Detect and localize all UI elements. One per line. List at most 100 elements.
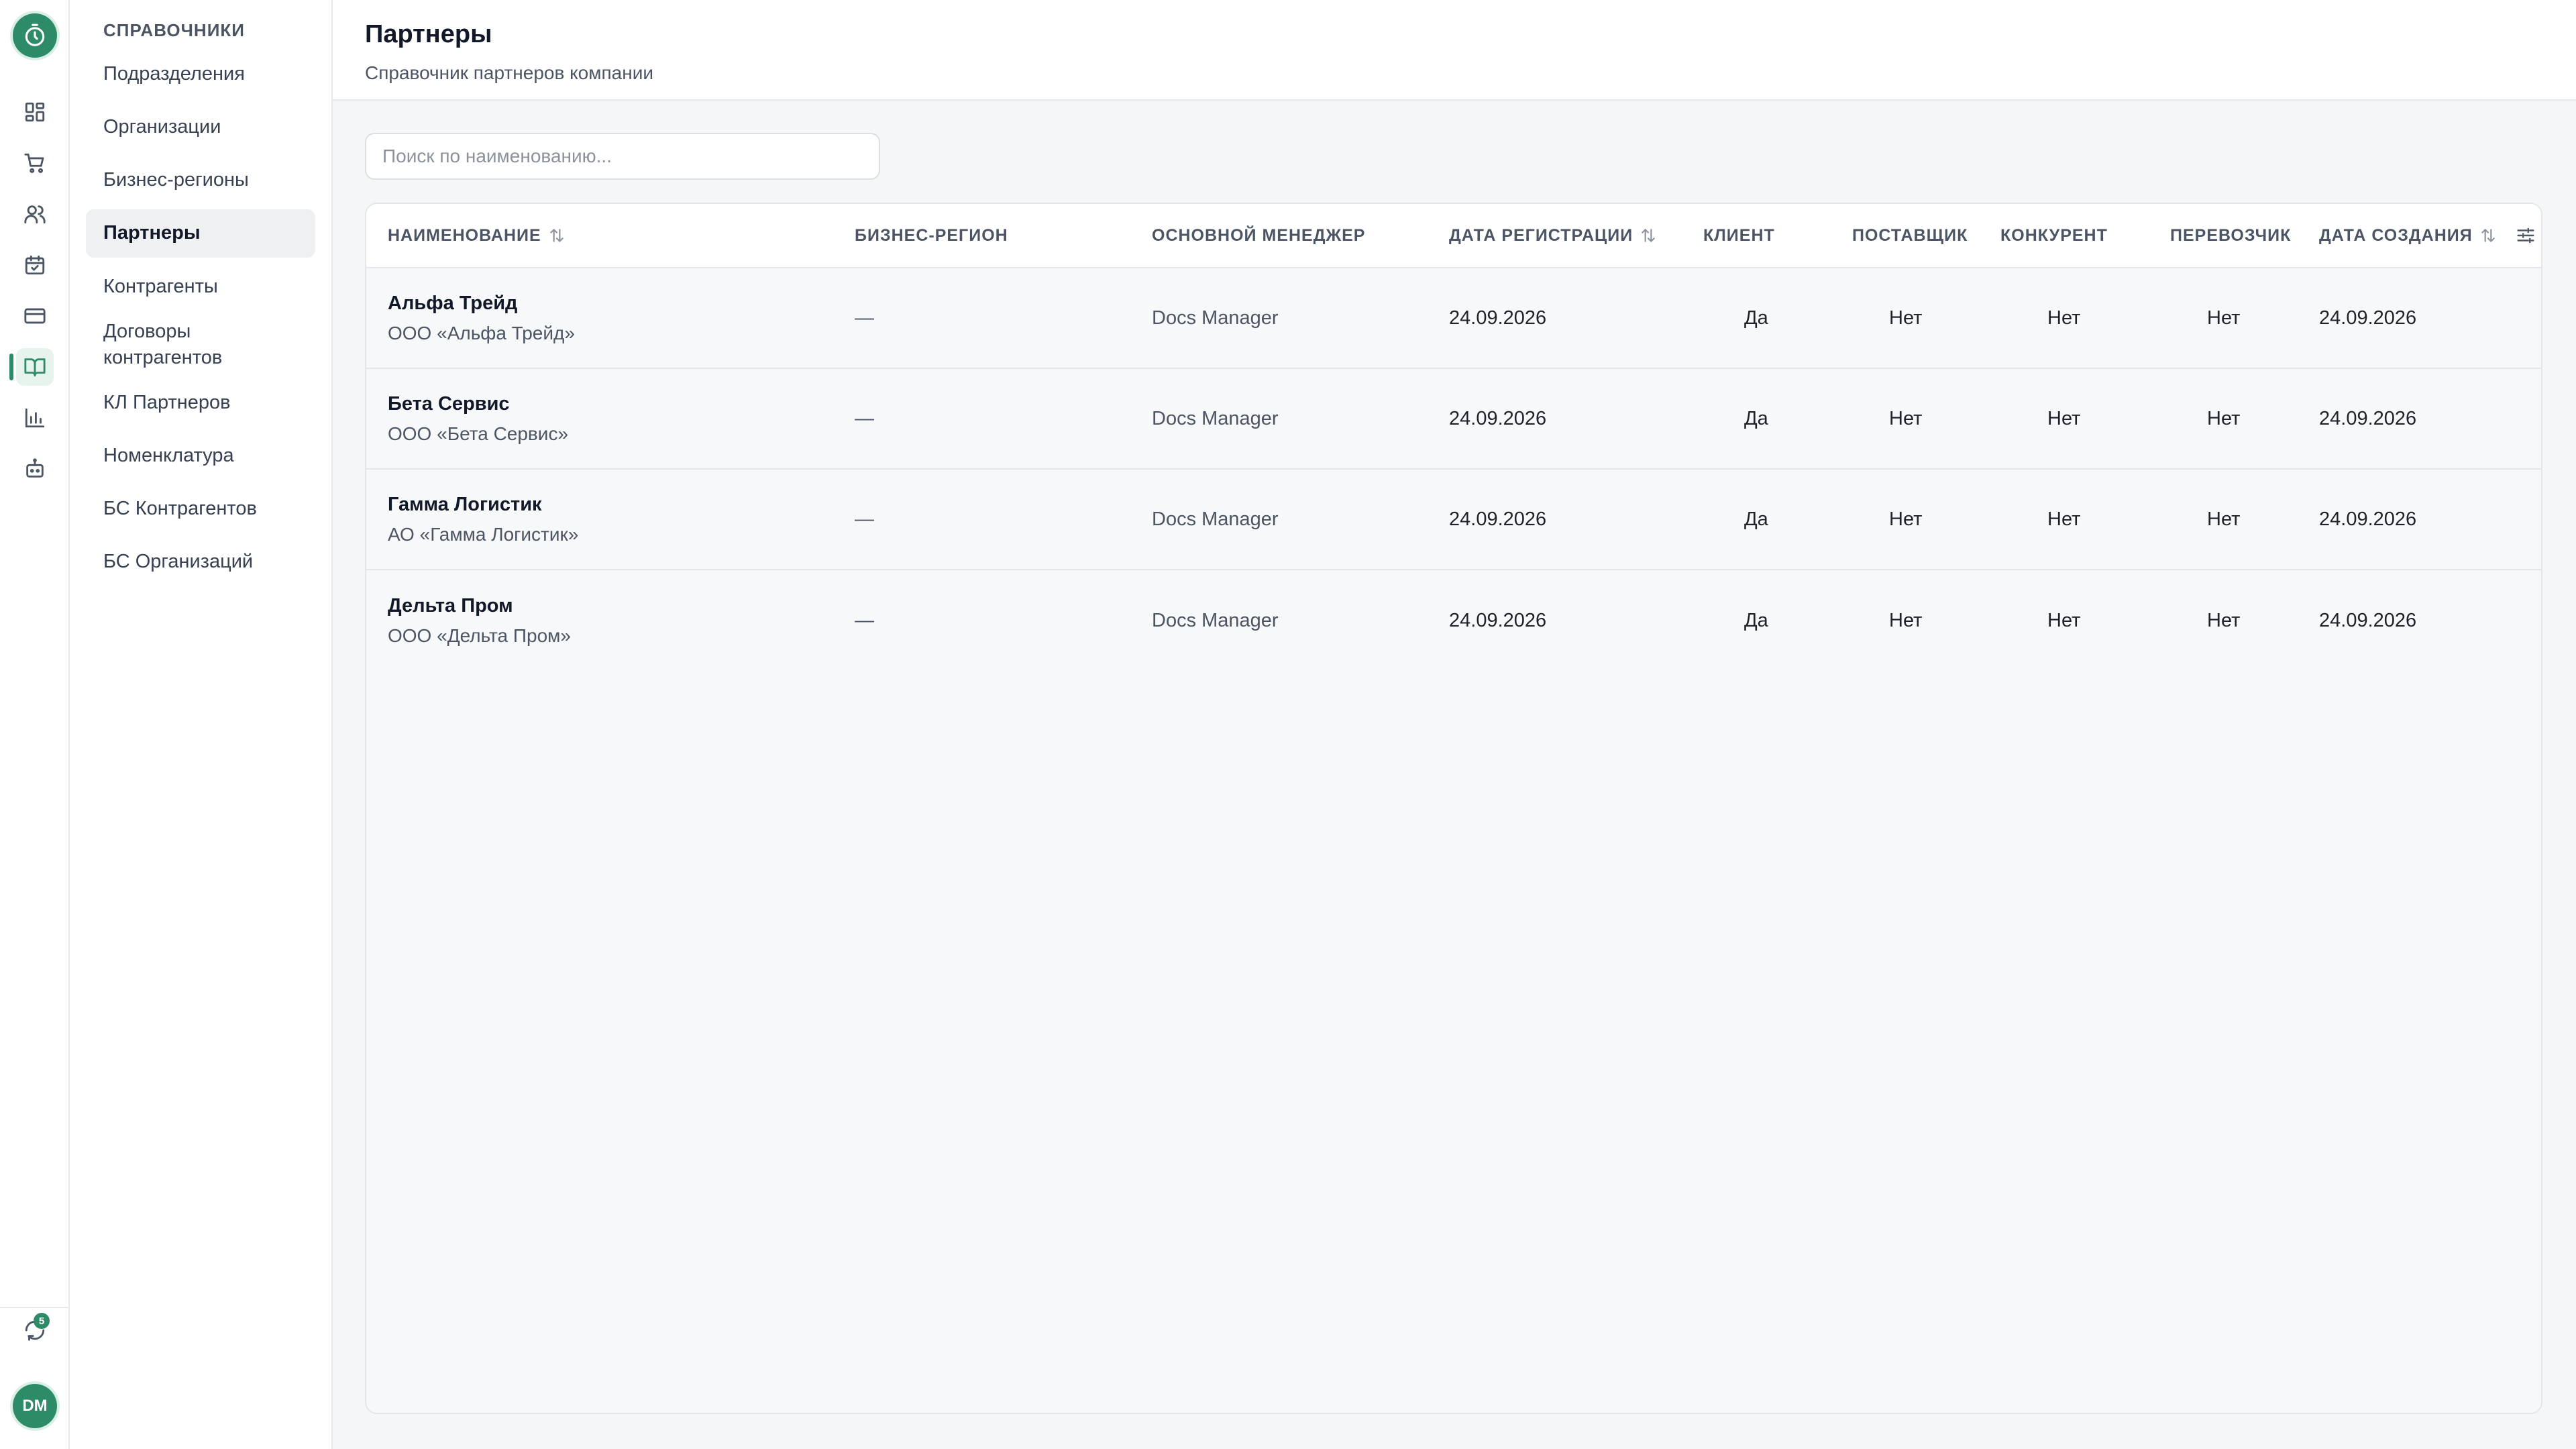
region-cell: — (855, 609, 874, 631)
region-cell: — (855, 508, 874, 530)
column-label: ДАТА СОЗДАНИЯ (2319, 225, 2473, 245)
partner-name-cell: Гамма Логистик АО «Гамма Логистик» (388, 494, 578, 545)
partner-name: Бета Сервис (388, 392, 510, 415)
column-header-competitor: КОНКУРЕНТ (2000, 225, 2108, 245)
rail-item-calendar[interactable] (16, 246, 54, 284)
created-cell: 24.09.2026 (2319, 407, 2417, 429)
rail-item-reports[interactable] (16, 399, 54, 437)
directories-sidebar: СПРАВОЧНИКИ Подразделения Организации Би… (70, 0, 333, 1449)
sidebar-item-partner-contacts[interactable]: КЛ Партнеров (86, 379, 315, 427)
client-cell: Да (1744, 609, 1768, 631)
carrier-cell: Нет (2207, 609, 2241, 631)
created-cell: 24.09.2026 (2319, 508, 2417, 530)
partner-name-cell: Альфа Трейд ООО «Альфа Трейд» (388, 292, 575, 344)
partner-legal-name: ООО «Дельта Пром» (388, 625, 571, 646)
partner-legal-name: ООО «Альфа Трейд» (388, 322, 575, 343)
table-row[interactable]: Гамма Логистик АО «Гамма Логистик» — Doc… (366, 470, 2541, 570)
table-row[interactable]: Альфа Трейд ООО «Альфа Трейд» — Docs Man… (366, 268, 2541, 369)
created-cell: 24.09.2026 (2319, 609, 2417, 631)
column-header-created[interactable]: ДАТА СОЗДАНИЯ (2319, 226, 2497, 246)
supplier-cell: Нет (1889, 407, 1923, 429)
rail-item-users[interactable] (16, 195, 54, 233)
carrier-cell: Нет (2207, 307, 2241, 329)
stopwatch-icon (25, 23, 45, 46)
competitor-cell: Нет (2047, 508, 2081, 530)
users-icon (24, 205, 46, 224)
region-cell: — (855, 307, 874, 329)
rail-item-dashboard[interactable] (16, 93, 54, 131)
column-header-client: КЛИЕНТ (1703, 225, 1775, 245)
column-header-name[interactable]: НАИМЕНОВАНИЕ (388, 226, 566, 246)
client-cell: Да (1744, 307, 1768, 329)
sidebar-item-nomenclature[interactable]: Номенклатура (86, 432, 315, 480)
book-icon (24, 358, 46, 377)
column-header-carrier: ПЕРЕВОЗЧИК (2170, 225, 2292, 245)
column-settings-button[interactable] (2516, 225, 2536, 246)
manager-cell: Docs Manager (1152, 508, 1279, 530)
manager-cell: Docs Manager (1152, 407, 1279, 429)
chart-icon (25, 408, 45, 428)
reg-date-cell: 24.09.2026 (1449, 407, 1547, 429)
partner-name-cell: Дельта Пром ООО «Дельта Пром» (388, 595, 571, 647)
sidebar-item-counterparty-contracts[interactable]: Договоры контрагентов (86, 316, 260, 374)
carrier-cell: Нет (2207, 508, 2241, 530)
app-logo[interactable] (13, 13, 57, 58)
supplier-cell: Нет (1889, 307, 1923, 329)
partner-name: Дельта Пром (388, 594, 513, 616)
rail-divider (0, 1307, 70, 1308)
main-content: Партнеры Справочник партнеров компании Н… (333, 0, 2576, 1449)
sidebar-item-bs-organizations[interactable]: БС Организаций (86, 538, 315, 586)
competitor-cell: Нет (2047, 609, 2081, 631)
reg-date-cell: 24.09.2026 (1449, 508, 1547, 530)
column-header-region: БИЗНЕС-РЕГИОН (855, 225, 1008, 245)
partner-name: Гамма Логистик (388, 493, 542, 515)
sort-icon[interactable] (548, 227, 566, 244)
sidebar-item-partners[interactable]: Партнеры (86, 209, 315, 258)
partners-table: НАИМЕНОВАНИЕ БИЗНЕС-РЕГИОН ОСНОВНОЙ МЕНЕ… (365, 203, 2542, 1414)
rail-item-directories[interactable] (16, 348, 54, 386)
user-avatar[interactable]: DM (13, 1384, 57, 1428)
sidebar-item-counterparties[interactable]: Контрагенты (86, 263, 315, 311)
app-window: 5 DM СПРАВОЧНИКИ Подразделения Организац… (0, 0, 2576, 1449)
partner-legal-name: АО «Гамма Логистик» (388, 523, 579, 545)
sidebar-item-business-regions[interactable]: Бизнес-регионы (86, 156, 315, 204)
sync-button[interactable]: 5 (16, 1311, 54, 1349)
column-label: ДАТА РЕГИСТРАЦИИ (1449, 225, 1633, 245)
carrier-cell: Нет (2207, 407, 2241, 429)
page-subtitle: Справочник партнеров компании (365, 62, 653, 83)
rail-active-indicator (9, 354, 13, 380)
supplier-cell: Нет (1889, 609, 1923, 631)
search-input[interactable] (365, 133, 880, 180)
sidebar-item-departments[interactable]: Подразделения (86, 50, 315, 98)
calendar-icon (25, 255, 45, 275)
robot-icon (26, 458, 44, 478)
column-header-manager: ОСНОВНОЙ МЕНЕДЖЕР (1152, 225, 1366, 245)
sync-count-badge: 5 (34, 1313, 50, 1329)
sort-icon[interactable] (2479, 227, 2497, 244)
competitor-cell: Нет (2047, 307, 2081, 329)
column-header-supplier: ПОСТАВЩИК (1852, 225, 1968, 245)
icon-rail: 5 DM (0, 0, 70, 1449)
client-cell: Да (1744, 407, 1768, 429)
sidebar-heading: СПРАВОЧНИКИ (103, 20, 245, 40)
partner-legal-name: ООО «Бета Сервис» (388, 423, 569, 444)
page-title: Партнеры (365, 20, 492, 48)
table-row[interactable]: Дельта Пром ООО «Дельта Пром» — Docs Man… (366, 570, 2541, 671)
manager-cell: Docs Manager (1152, 307, 1279, 329)
sort-icon[interactable] (1640, 227, 1657, 244)
sidebar-item-organizations[interactable]: Организации (86, 103, 315, 151)
created-cell: 24.09.2026 (2319, 307, 2417, 329)
rail-item-cart[interactable] (16, 144, 54, 182)
reg-date-cell: 24.09.2026 (1449, 307, 1547, 329)
rail-item-card[interactable] (16, 297, 54, 335)
table-row[interactable]: Бета Сервис ООО «Бета Сервис» — Docs Man… (366, 369, 2541, 470)
partner-name: Альфа Трейд (388, 292, 518, 314)
sidebar-item-bs-counterparties[interactable]: БС Контрагентов (86, 485, 315, 533)
client-cell: Да (1744, 508, 1768, 530)
supplier-cell: Нет (1889, 508, 1923, 530)
rail-item-bot[interactable] (16, 450, 54, 488)
manager-cell: Docs Manager (1152, 609, 1279, 631)
content-area: НАИМЕНОВАНИЕ БИЗНЕС-РЕГИОН ОСНОВНОЙ МЕНЕ… (333, 101, 2576, 1449)
page-header: Партнеры Справочник партнеров компании (333, 0, 2576, 101)
column-header-reg-date[interactable]: ДАТА РЕГИСТРАЦИИ (1449, 226, 1657, 246)
